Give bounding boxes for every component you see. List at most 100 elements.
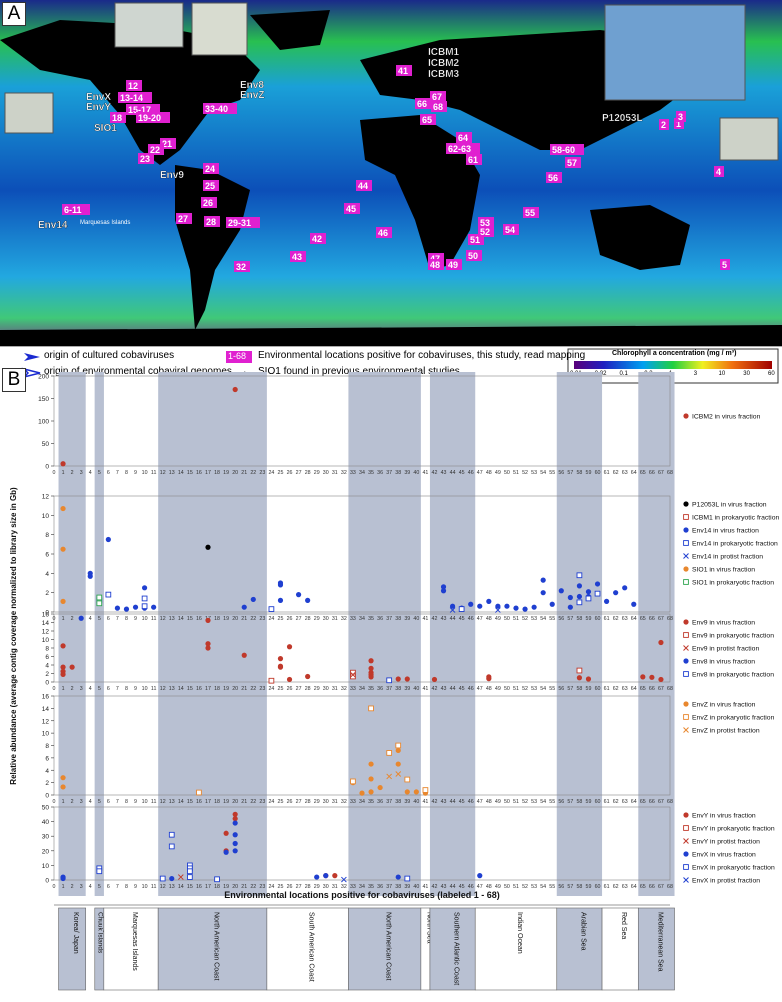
data-point	[622, 585, 628, 591]
x-tick-label: 36	[377, 470, 383, 476]
y-tick-label: 2	[45, 671, 49, 678]
data-point-square	[458, 606, 465, 612]
y-tick-label: 14	[42, 706, 50, 713]
data-point	[60, 875, 66, 882]
data-point	[141, 585, 148, 591]
x-tick-label: 4	[89, 884, 92, 890]
x-tick-label: 49	[495, 470, 501, 476]
x-tick-label: 28	[305, 799, 311, 805]
data-point	[576, 583, 583, 589]
x-tick-label: 43	[441, 470, 447, 476]
x-tick-label: 1	[62, 686, 65, 692]
x-tick-label: 45	[459, 799, 465, 805]
x-tick-label: 25	[278, 616, 284, 622]
y-tick-label: 20	[42, 848, 50, 855]
x-tick-label: 36	[377, 799, 383, 805]
x-tick-label: 11	[151, 470, 157, 476]
y-tick-label: 4	[45, 768, 49, 775]
x-tick-label: 60	[595, 686, 601, 692]
x-tick-label: 64	[631, 884, 637, 890]
x-tick-label: 62	[613, 470, 619, 476]
legend-label: Env8 in prokaryotic fraction	[692, 672, 774, 679]
x-tick-label: 17	[205, 884, 211, 890]
region-box	[266, 907, 349, 991]
x-tick-label: 23	[259, 616, 265, 622]
x-tick-label: 20	[232, 470, 238, 476]
legend-marker	[683, 553, 689, 559]
data-point	[486, 676, 492, 682]
x-tick-label: 4	[89, 686, 92, 692]
data-point-square	[96, 868, 103, 875]
x-tick-label: 64	[631, 616, 637, 622]
x-tick-label: 66	[649, 686, 655, 692]
x-tick-label: 16	[196, 884, 202, 890]
data-point-square	[268, 677, 275, 684]
data-point-square	[422, 787, 429, 793]
x-tick-label: 61	[604, 884, 610, 890]
x-tick-label: 57	[567, 799, 573, 805]
y-tick-label: 8	[45, 646, 49, 653]
data-point	[60, 546, 66, 552]
region-label: Arabian Sea	[579, 912, 586, 951]
x-tick-label: 10	[142, 884, 148, 890]
x-tick-label: 34	[359, 470, 365, 476]
x-tick-label: 18	[214, 884, 220, 890]
data-point	[513, 605, 519, 611]
data-point	[368, 789, 374, 795]
legend-marker	[683, 579, 689, 585]
data-point	[332, 873, 338, 879]
site-label: 44	[358, 181, 368, 191]
chlorophyll-world-map: 12 13-14 15-17 18 19-20 21 22 23 24 25 26 27 28 29-31…	[0, 0, 782, 384]
x-tick-label: 49	[495, 616, 501, 622]
x-tick-label: 25	[278, 799, 284, 805]
x-tick-label: 63	[622, 884, 628, 890]
site-label: 61	[468, 155, 478, 165]
x-tick-label: 13	[169, 799, 175, 805]
site-label: 58-60	[552, 145, 575, 155]
x-tick-label: 59	[586, 616, 592, 622]
x-tick-label: 42	[432, 616, 438, 622]
x-tick-label: 46	[468, 686, 474, 692]
x-tick-label: 14	[178, 686, 184, 692]
x-tick-label: 1	[62, 470, 65, 476]
x-tick-label: 16	[196, 470, 202, 476]
data-point	[69, 664, 75, 670]
data-point	[60, 671, 66, 677]
x-tick-label: 28	[305, 470, 311, 476]
y-tick-label: 10	[42, 731, 50, 738]
x-tick-label: 9	[134, 799, 137, 805]
y-tick-label: 10	[42, 637, 50, 644]
x-tick-label: 57	[567, 884, 573, 890]
x-tick-label: 60	[595, 799, 601, 805]
y-tick-label: 8	[45, 743, 49, 750]
x-tick-label: 44	[450, 470, 456, 476]
x-tick-label: 40	[413, 616, 419, 622]
site-label: 49	[448, 260, 458, 270]
x-tick-label: 56	[558, 884, 564, 890]
x-tick-label: 40	[413, 686, 419, 692]
x-tick-label: 16	[196, 686, 202, 692]
y-tick-label: 8	[45, 532, 49, 539]
legend-label: EnvY in protist fraction	[692, 839, 760, 846]
y-tick-label: 2	[45, 590, 49, 597]
x-tick-label: 54	[540, 799, 546, 805]
x-tick-label: 5	[98, 616, 101, 622]
cultured-arrow-icon	[24, 353, 40, 361]
x-tick-label: 6	[107, 884, 110, 890]
x-tick-label: 51	[513, 686, 519, 692]
data-point-square	[168, 831, 175, 838]
data-point	[232, 832, 238, 838]
data-point	[60, 784, 66, 790]
x-tick-label: 38	[395, 686, 401, 692]
data-point	[613, 590, 619, 596]
x-tick-label: 10	[142, 616, 148, 622]
x-tick-label: 50	[504, 686, 510, 692]
legend-marker	[683, 701, 689, 707]
legend-marker	[683, 501, 689, 507]
x-tick-label: 53	[531, 884, 537, 890]
y-tick-label: 6	[45, 552, 49, 559]
region-label: Korea/ Japan	[72, 912, 79, 954]
x-tick-label: 64	[631, 799, 637, 805]
data-point	[305, 597, 311, 603]
x-tick-label: 22	[250, 686, 256, 692]
